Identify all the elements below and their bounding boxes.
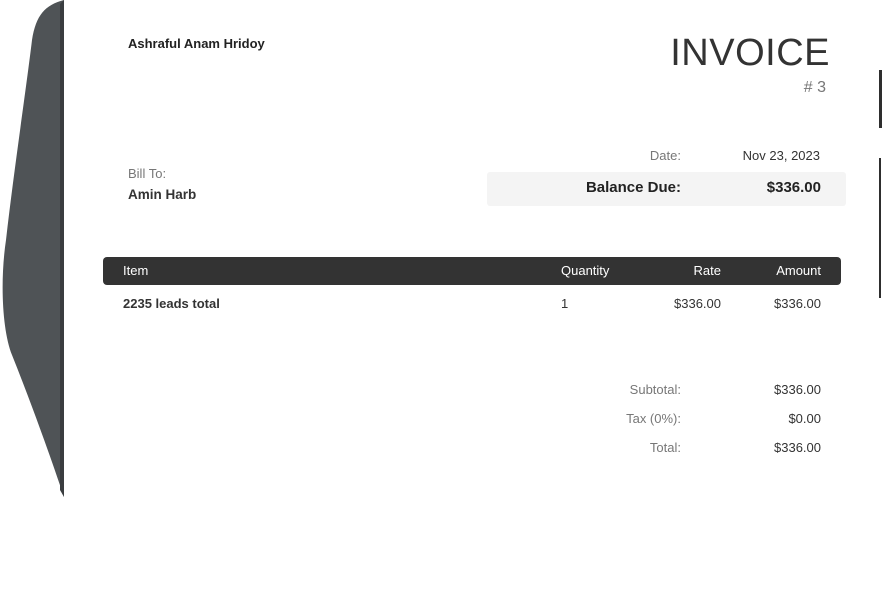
balance-due-value: $336.00: [766, 179, 821, 196]
invoice-title: INVOICE: [670, 32, 830, 74]
header-quantity: Quantity: [561, 263, 610, 278]
bill-to-label: Bill To:: [128, 166, 167, 181]
header-rate: Rate: [693, 263, 721, 278]
header-item: Item: [123, 263, 149, 278]
edge-mark: [879, 70, 882, 128]
subtotal-value: $336.00: [774, 382, 821, 397]
items-table-header: Item Quantity Rate Amount: [103, 257, 841, 285]
invoice-page: Ashraful Anam Hridoy INVOICE # 3 Bill To…: [0, 0, 883, 616]
tax-label: Tax (0%):: [626, 411, 681, 426]
row-rate: $336.00: [674, 296, 721, 311]
row-amount: $336.00: [774, 296, 821, 311]
edge-mark: [879, 158, 881, 298]
date-label: Date:: [649, 148, 681, 163]
subtotal-label: Subtotal:: [629, 382, 681, 397]
sender-name: Ashraful Anam Hridoy: [128, 36, 265, 51]
header-amount: Amount: [776, 263, 821, 278]
tax-value: $0.00: [788, 411, 821, 426]
page-curl-shadow: [2, 0, 64, 497]
total-value: $336.00: [774, 440, 821, 455]
row-item: 2235 leads total: [123, 296, 220, 311]
table-row: 2235 leads total 1 $336.00 $336.00: [103, 296, 841, 316]
invoice-number: # 3: [803, 79, 826, 96]
bill-to-name: Amin Harb: [128, 187, 197, 202]
total-label: Total:: [649, 440, 681, 455]
date-value: Nov 23, 2023: [742, 148, 820, 163]
row-quantity: 1: [561, 296, 569, 311]
balance-due-label: Balance Due:: [585, 179, 681, 196]
